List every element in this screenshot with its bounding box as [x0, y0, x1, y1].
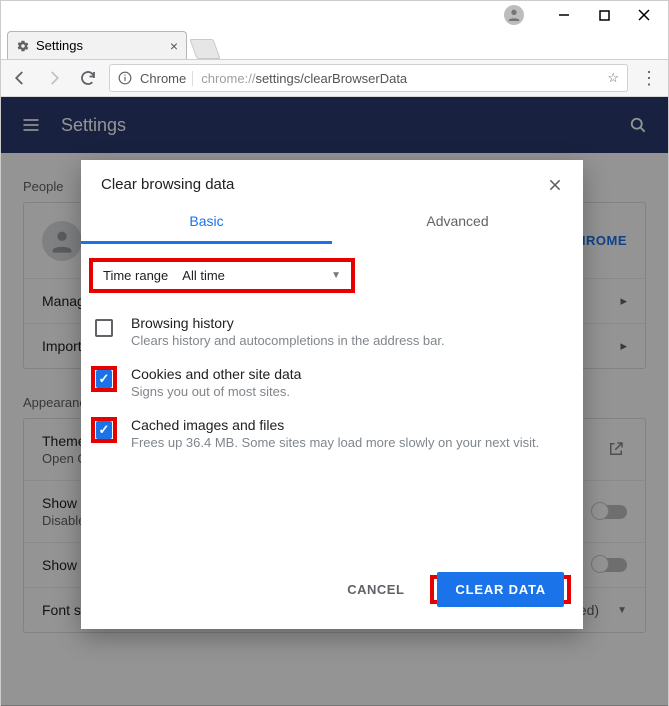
tab-close-icon[interactable]: ×	[170, 38, 178, 54]
option-title: Cookies and other site data	[131, 366, 301, 382]
new-tab-button[interactable]	[189, 39, 220, 59]
tab-advanced[interactable]: Advanced	[332, 201, 583, 244]
option-title: Browsing history	[131, 315, 445, 331]
url-scheme-label: Chrome	[140, 71, 193, 86]
option-browsing-history[interactable]: Browsing history Clears history and auto…	[81, 307, 583, 358]
bookmark-star-icon[interactable]: ☆	[607, 70, 619, 86]
time-range-select[interactable]: Time range All time ▼	[89, 258, 355, 293]
checkbox-browsing-history[interactable]	[95, 319, 113, 337]
option-cache[interactable]: ✓ Cached images and files Frees up 36.4 …	[81, 409, 583, 460]
browser-toolbar: Chrome chrome://settings/clearBrowserDat…	[1, 59, 668, 97]
back-button[interactable]	[7, 65, 33, 91]
option-title: Cached images and files	[131, 417, 539, 433]
dialog-tabs: Basic Advanced	[81, 201, 583, 244]
address-bar[interactable]: Chrome chrome://settings/clearBrowserDat…	[109, 64, 628, 92]
forward-button[interactable]	[41, 65, 67, 91]
profile-avatar-icon[interactable]	[504, 5, 524, 25]
overflow-menu-button[interactable]: ⋮	[636, 68, 662, 89]
gear-icon	[16, 39, 30, 53]
option-sub: Clears history and autocompletions in th…	[131, 333, 445, 348]
checkbox-cache[interactable]: ✓	[96, 421, 112, 439]
dialog-close-button[interactable]	[547, 177, 563, 193]
site-info-icon[interactable]	[118, 71, 132, 85]
window-titlebar	[1, 1, 668, 29]
clear-data-highlight: CLEAR DATA	[430, 575, 571, 604]
browser-tabstrip: Settings ×	[1, 29, 668, 59]
maximize-button[interactable]	[584, 3, 624, 27]
clear-data-button[interactable]: CLEAR DATA	[437, 572, 564, 607]
dropdown-icon: ▼	[331, 270, 341, 281]
minimize-button[interactable]	[544, 3, 584, 27]
option-sub: Signs you out of most sites.	[131, 384, 301, 399]
option-cookies[interactable]: ✓ Cookies and other site data Signs you …	[81, 358, 583, 409]
url-path: settings/clearBrowserData	[255, 71, 407, 86]
time-range-label: Time range	[103, 268, 168, 283]
clear-browsing-data-dialog: Clear browsing data Basic Advanced Time …	[81, 160, 583, 629]
time-range-value: All time	[182, 268, 225, 283]
cancel-button[interactable]: CANCEL	[331, 572, 420, 607]
close-window-button[interactable]	[624, 3, 664, 27]
option-sub: Frees up 36.4 MB. Some sites may load mo…	[131, 435, 539, 450]
dialog-title: Clear browsing data	[101, 176, 234, 193]
checkbox-cookies[interactable]: ✓	[96, 370, 112, 388]
tab-basic[interactable]: Basic	[81, 201, 332, 244]
browser-tab-settings[interactable]: Settings ×	[7, 31, 187, 59]
tab-title: Settings	[36, 38, 83, 53]
url-host: chrome://	[201, 71, 255, 86]
reload-button[interactable]	[75, 65, 101, 91]
